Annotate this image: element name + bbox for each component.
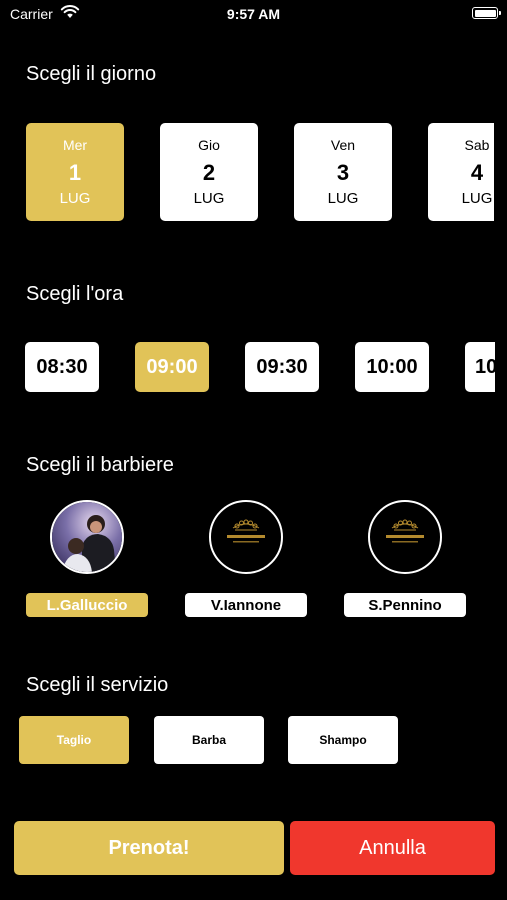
hour-option[interactable]: 10:00: [355, 342, 429, 392]
barber-option[interactable]: L.Galluccio: [25, 500, 149, 620]
hour-section-title: Scegli l'ora: [26, 283, 124, 305]
barber-name[interactable]: S.Pennino: [344, 593, 466, 617]
day-month: LUG: [59, 190, 91, 207]
barber-option[interactable]: V.Iannone: [184, 500, 308, 620]
day-name: Ven: [330, 137, 356, 153]
hour-option[interactable]: 08:30: [25, 342, 99, 392]
service-option[interactable]: Shampo: [288, 716, 398, 764]
clock: 9:57 AM: [226, 6, 281, 22]
shop-logo-icon: [227, 519, 265, 543]
day-number: 3: [336, 160, 350, 185]
book-button[interactable]: Prenota!: [14, 821, 284, 875]
shop-logo-avatar[interactable]: [368, 500, 442, 574]
day-option[interactable]: Sab 4 LUG: [428, 123, 494, 221]
day-month: LUG: [193, 190, 225, 207]
barber-name[interactable]: L.Galluccio: [26, 593, 148, 617]
day-number: 2: [202, 160, 216, 185]
day-section-title: Scegli il giorno: [26, 63, 157, 85]
service-option[interactable]: Taglio: [19, 716, 129, 764]
day-month: LUG: [461, 190, 493, 207]
day-number: 4: [470, 160, 484, 185]
day-option[interactable]: Mer 1 LUG: [26, 123, 124, 221]
shop-logo-avatar[interactable]: [209, 500, 283, 574]
hour-picker[interactable]: 08:30 09:00 09:30 10:00 10:30: [25, 342, 495, 392]
barber-section-title: Scegli il barbiere: [26, 454, 174, 476]
day-number: 1: [68, 160, 82, 185]
status-bar: Carrier 9:57 AM: [0, 0, 507, 28]
battery-icon: [472, 7, 501, 19]
day-name: Gio: [198, 137, 220, 153]
service-option[interactable]: Barba: [154, 716, 264, 764]
barber-option[interactable]: S.Pennino: [343, 500, 467, 620]
day-picker[interactable]: Mer 1 LUG Gio 2 LUG Ven 3 LUG Sab 4 LUG: [26, 123, 494, 221]
day-name: Mer: [62, 137, 88, 153]
hour-option[interactable]: 10:30: [465, 342, 495, 392]
day-month: LUG: [327, 190, 359, 207]
service-section-title: Scegli il servizio: [26, 674, 169, 696]
cancel-button[interactable]: Annulla: [290, 821, 495, 875]
hour-option[interactable]: 09:00: [135, 342, 209, 392]
barber-photo-avatar[interactable]: [50, 500, 124, 574]
day-name: Sab: [464, 137, 490, 153]
barber-name[interactable]: V.Iannone: [185, 593, 307, 617]
day-option[interactable]: Ven 3 LUG: [294, 123, 392, 221]
hour-option[interactable]: 09:30: [245, 342, 319, 392]
shop-logo-icon: [386, 519, 424, 543]
day-option[interactable]: Gio 2 LUG: [160, 123, 258, 221]
